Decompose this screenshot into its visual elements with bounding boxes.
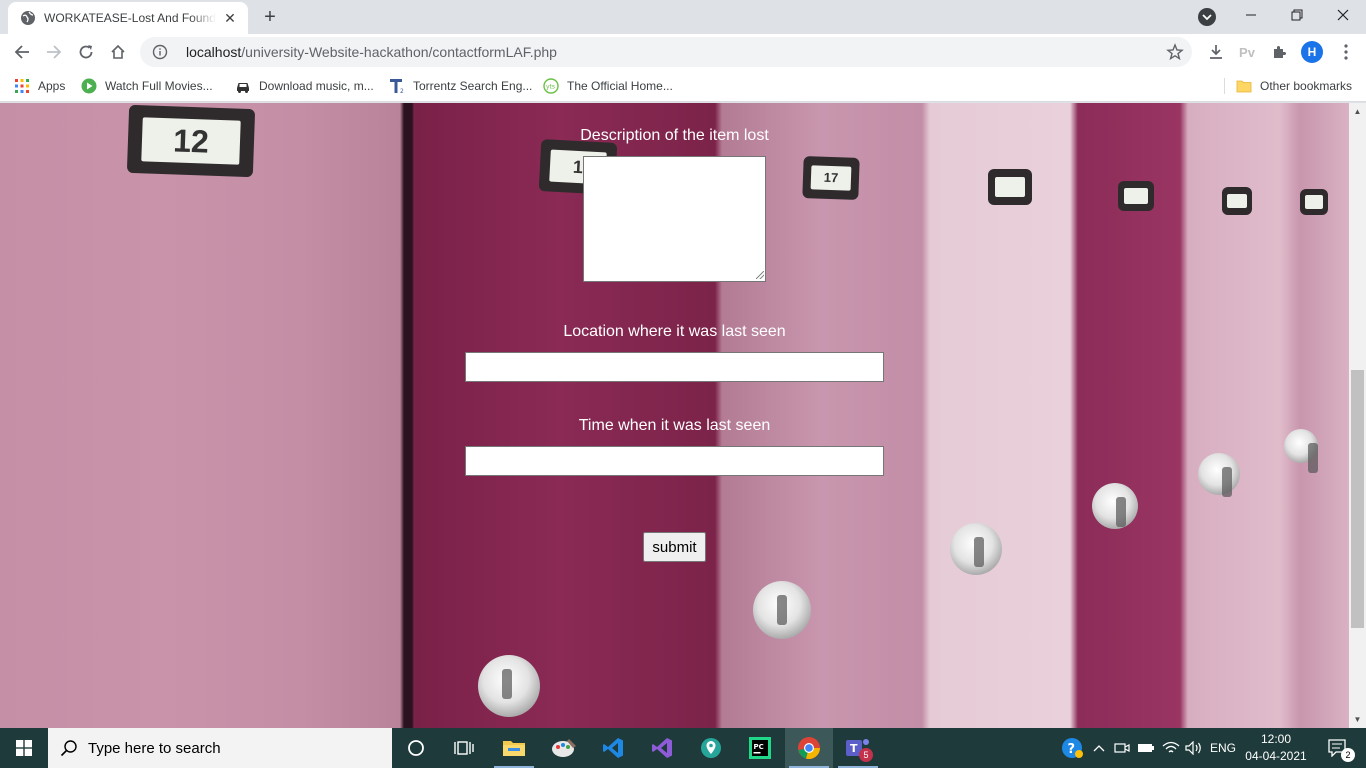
restore-icon[interactable] [1274,0,1320,30]
tray-chevron-up-icon[interactable] [1089,728,1109,768]
windows-taskbar: Type here to search PC T 5 ? ENG 12:00 0… [0,728,1366,768]
bookmark-label: Other bookmarks [1260,79,1353,93]
chrome-icon[interactable] [785,728,833,768]
bookmark-other[interactable]: Other bookmarks [1236,76,1352,96]
search-placeholder: Type here to search [88,739,221,757]
bookmark-watch-movies[interactable]: Watch Full Movies... [81,76,213,96]
taskbar-search-box[interactable]: Type here to search [48,728,392,768]
folder-icon [1236,78,1252,94]
forward-arrow-icon[interactable] [40,38,68,66]
resize-grip-icon[interactable] [756,271,764,279]
back-arrow-icon[interactable] [8,38,36,66]
reload-icon[interactable] [72,38,100,66]
time-label: Time when it was last seen [578,417,771,434]
page-scrollbar[interactable]: ▲ ▼ [1349,103,1366,728]
bookmark-label: Download music, m... [259,79,374,93]
svg-text:T: T [850,742,858,755]
clock-date: 04-04-2021 [1245,749,1307,763]
svg-text:yts: yts [546,84,555,91]
menu-kebab-icon[interactable] [1336,42,1356,62]
description-label: Description of the item lost [580,127,769,144]
url-host: localhost [186,44,242,60]
play-icon [81,78,97,94]
bookmark-label: Apps [38,79,66,93]
submit-button[interactable]: submit [643,532,706,562]
home-icon[interactable] [104,38,132,66]
bookmark-star-icon[interactable] [1166,43,1184,61]
language-indicator[interactable]: ENG [1208,728,1238,768]
bookmark-label: Watch Full Movies... [105,79,213,93]
bookmark-apps[interactable]: Apps [14,76,65,96]
svg-text:?: ? [1068,742,1076,757]
task-view-icon[interactable] [440,728,488,768]
location-label: Location where it was last seen [563,323,786,340]
browser-tab[interactable]: WORKATEASE-Lost And Found/contactformLAF… [8,2,248,34]
info-icon[interactable] [152,44,168,60]
yts-logo-icon: yts [543,78,559,94]
teams-notification-badge: 5 [859,748,873,762]
globe-icon [21,11,35,25]
bookmark-download-music[interactable]: Download music, m... [235,76,374,96]
svg-text:2: 2 [400,88,404,94]
meet-now-icon[interactable] [1112,728,1132,768]
battery-icon[interactable] [1136,728,1156,768]
volume-icon[interactable] [1184,728,1204,768]
tab-title: WORKATEASE-Lost And Found/contactformLAF [44,11,216,25]
url-text: localhost/university-Website-hackathon/c… [186,44,557,60]
visual-studio-icon[interactable] [638,728,686,768]
bookmark-label: The Official Home... [567,79,673,93]
help-icon[interactable]: ? [1058,728,1086,768]
apps-grid-icon [14,78,30,94]
tab-search-icon[interactable] [1198,8,1216,26]
system-clock[interactable]: 12:00 04-04-2021 [1240,731,1312,765]
file-explorer-icon[interactable] [490,728,538,768]
bookmarks-separator [1224,78,1225,94]
maps-pin-icon[interactable] [687,728,735,768]
time-input[interactable] [465,446,884,476]
pv-extension-icon[interactable]: Pv [1237,42,1257,62]
bookmarks-bar: Apps Watch Full Movies... Download music… [0,70,1366,102]
scrollbar-thumb[interactable] [1351,370,1364,628]
notifications-icon[interactable]: 2 [1320,728,1356,768]
svg-text:PC: PC [754,743,764,751]
close-tab-icon[interactable]: ✕ [222,10,238,26]
pycharm-icon[interactable]: PC [736,728,784,768]
notification-count-badge: 2 [1341,748,1355,762]
location-input[interactable] [465,352,884,382]
minimize-icon[interactable] [1228,0,1274,30]
browser-toolbar: localhost/university-Website-hackathon/c… [0,34,1366,70]
car-icon [235,78,251,94]
search-icon [60,740,77,757]
scroll-down-icon[interactable]: ▼ [1349,711,1366,728]
paint-palette-icon[interactable] [540,728,588,768]
cortana-circle-icon[interactable] [392,728,440,768]
scroll-up-icon[interactable]: ▲ [1349,103,1366,120]
teams-icon[interactable]: T 5 [834,728,882,768]
lost-and-found-form: Description of the item lost Location wh… [0,103,1349,728]
torrentz-logo-icon: 2 [389,78,405,94]
address-bar[interactable]: localhost/university-Website-hackathon/c… [140,37,1192,67]
bookmark-torrentz[interactable]: 2 Torrentz Search Eng... [389,76,532,96]
url-path: /university-Website-hackathon/contactfor… [241,44,557,60]
windows-start-icon[interactable] [0,728,48,768]
tab-strip: WORKATEASE-Lost And Found/contactformLAF… [0,0,1366,34]
download-icon[interactable] [1206,42,1226,62]
clock-time: 12:00 [1260,732,1292,746]
wifi-icon[interactable] [1160,728,1182,768]
bookmark-label: Torrentz Search Eng... [413,79,533,93]
close-window-icon[interactable] [1320,0,1366,30]
bookmark-official-home[interactable]: yts The Official Home... [543,76,673,96]
page-viewport: 12 1 17 Description of the item lost Loc… [0,103,1349,728]
new-tab-icon[interactable]: + [259,6,281,28]
profile-avatar[interactable]: H [1301,41,1323,63]
vscode-icon[interactable] [589,728,637,768]
extensions-puzzle-icon[interactable] [1269,42,1289,62]
description-textarea[interactable] [583,156,766,282]
